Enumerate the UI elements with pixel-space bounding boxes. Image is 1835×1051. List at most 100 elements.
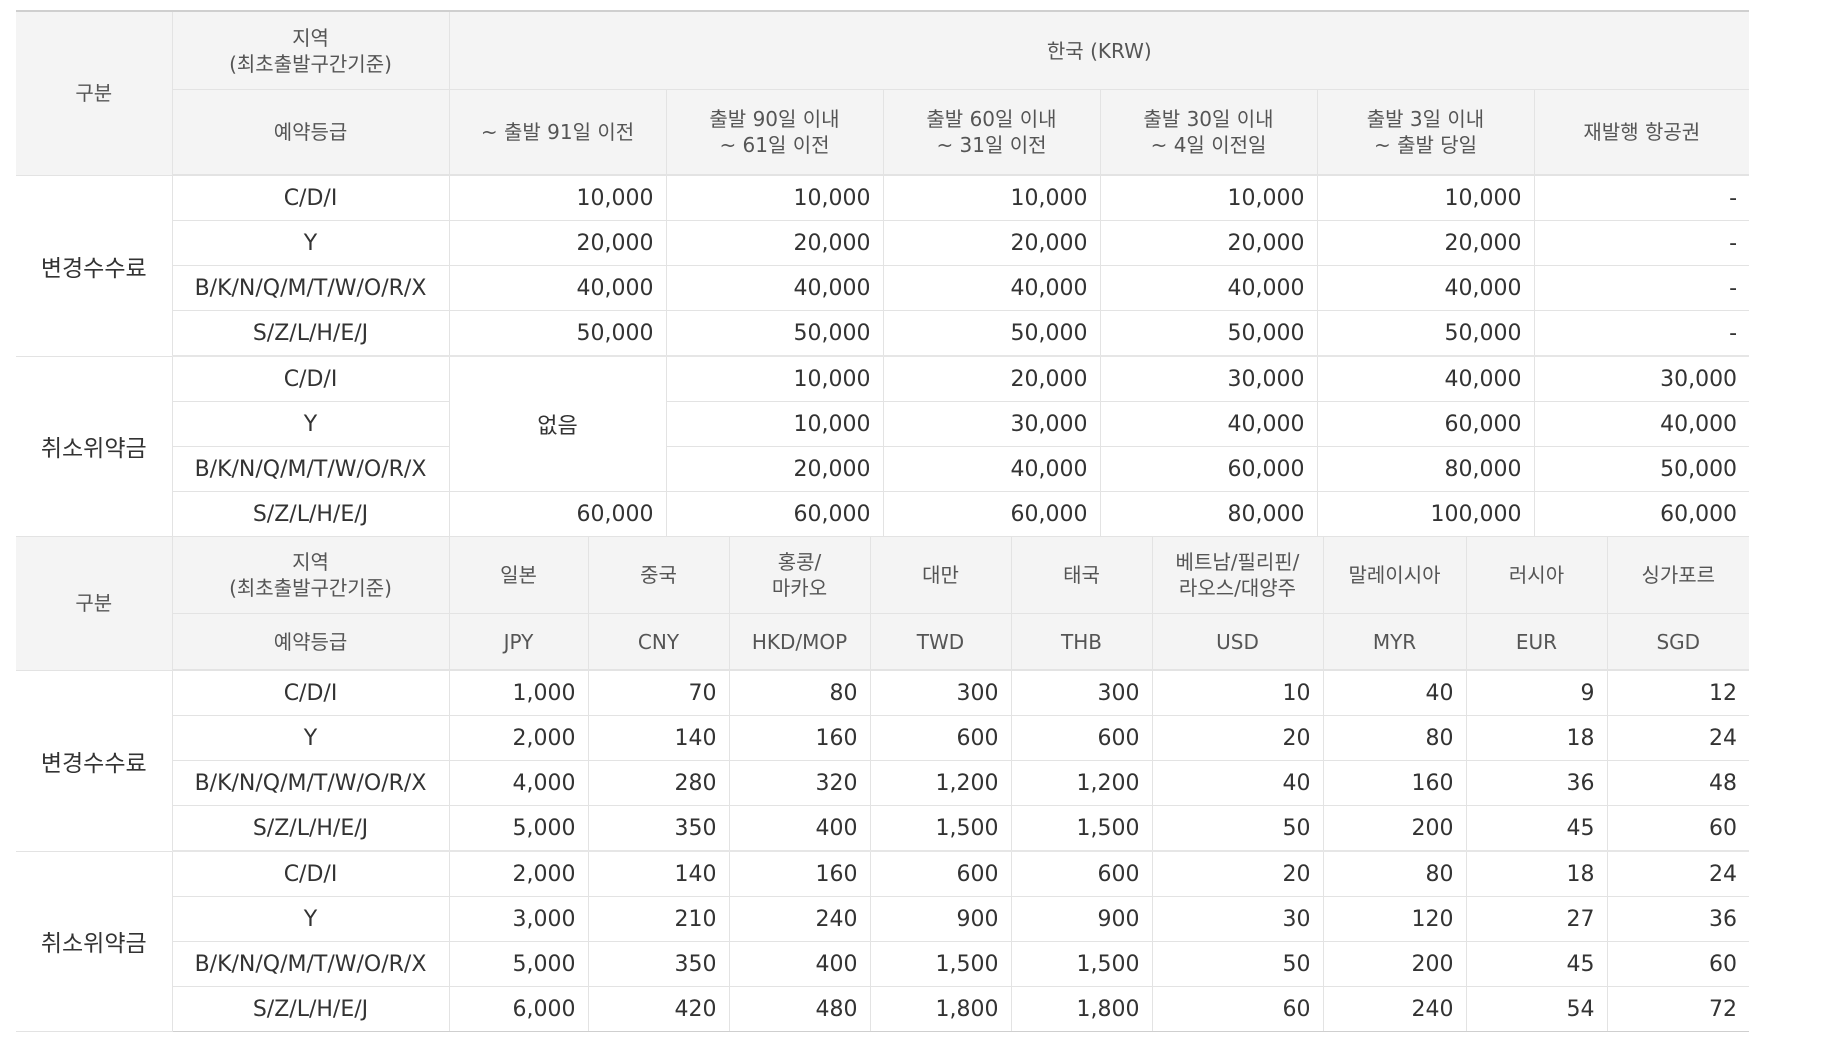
booking-class: C/D/I <box>171 175 449 221</box>
region-name: 말레이시아 <box>1322 537 1466 614</box>
fee-cell: 20 <box>1151 851 1323 897</box>
booking-class: Y <box>171 401 449 447</box>
fee-cell: 40 <box>1151 760 1323 806</box>
period-header: 출발 60일 이내 ~ 31일 이전 <box>882 89 1100 176</box>
currency-code: EUR <box>1465 613 1607 671</box>
fee-cell: 10,000 <box>882 175 1100 221</box>
category-header: 구분 <box>16 11 172 176</box>
fee-cell: 3,000 <box>448 896 588 942</box>
fee-cell: 5,000 <box>448 941 588 987</box>
fee-cell: 20,000 <box>1316 220 1534 266</box>
fee-cell: 72 <box>1606 986 1749 1032</box>
period-header: 출발 30일 이내 ~ 4일 이전일 <box>1099 89 1317 176</box>
fee-cell: 2,000 <box>448 851 588 897</box>
table-row: S/Z/L/H/E/J 5,000 350 400 1,500 1,500 50… <box>16 805 1749 852</box>
fee-cell: 60,000 <box>665 491 883 537</box>
fee-cell: 30 <box>1151 896 1323 942</box>
fee-cell: 40,000 <box>665 265 883 311</box>
krw-fee-table: 구분 지역 (최초출발구간기준) 한국 (KRW) 예약등급 ~ 출발 91일 … <box>16 10 1750 537</box>
fee-cell: 18 <box>1465 715 1607 761</box>
fee-cell: 40,000 <box>882 265 1100 311</box>
fee-cell: 1,500 <box>869 805 1011 852</box>
booking-class: B/K/N/Q/M/T/W/O/R/X <box>171 265 449 311</box>
booking-class: Y <box>171 896 449 942</box>
currency-code: THB <box>1010 613 1152 671</box>
fee-cell: 2,000 <box>448 715 588 761</box>
table-row: B/K/N/Q/M/T/W/O/R/X 40,000 40,000 40,000… <box>16 265 1750 311</box>
currency-code: SGD <box>1606 613 1749 671</box>
fee-cell: 420 <box>587 986 729 1032</box>
fee-cell: 9 <box>1465 670 1607 716</box>
booking-class: S/Z/L/H/E/J <box>171 310 449 357</box>
fee-cell: 27 <box>1465 896 1607 942</box>
fee-cell: 480 <box>728 986 870 1032</box>
fee-cell: 20,000 <box>448 220 666 266</box>
fee-cell: 1,800 <box>1010 986 1152 1032</box>
region-name: 홍콩/ 마카오 <box>728 537 870 614</box>
fee-cell: 600 <box>1010 851 1152 897</box>
fee-cell: 6,000 <box>448 986 588 1032</box>
fee-cell: 80 <box>728 670 870 716</box>
region-header: 지역 (최초출발구간기준) <box>171 537 449 614</box>
fee-cell: 10,000 <box>448 175 666 221</box>
fee-cell: 80 <box>1322 851 1466 897</box>
table-row: 취소위약금 C/D/I 2,000 140 160 600 600 20 80 … <box>16 851 1749 1032</box>
table-row: 변경수수료 C/D/I 1,000 70 80 300 300 10 40 9 … <box>16 670 1749 852</box>
fee-cell: 40,000 <box>1099 265 1317 311</box>
table-row: B/K/N/Q/M/T/W/O/R/X 4,000 280 320 1,200 … <box>16 760 1749 806</box>
table-row: S/Z/L/H/E/J 60,000 60,000 60,000 80,000 … <box>16 491 1750 537</box>
booking-class: S/Z/L/H/E/J <box>171 805 449 852</box>
fee-cell: 36 <box>1465 760 1607 806</box>
fee-cell: 4,000 <box>448 760 588 806</box>
change-fee-label: 변경수수료 <box>16 670 172 852</box>
fee-cell: - <box>1533 220 1750 266</box>
fee-cell: 60 <box>1606 941 1749 987</box>
grade-header: 예약등급 <box>171 613 449 671</box>
fee-cell: 30,000 <box>882 401 1100 447</box>
fee-cell: 240 <box>1322 986 1466 1032</box>
fee-cell: 50,000 <box>448 310 666 357</box>
fee-cell: 30,000 <box>1533 356 1750 402</box>
booking-class: S/Z/L/H/E/J <box>171 986 449 1032</box>
fee-cell: 18 <box>1465 851 1607 897</box>
foreign-fee-table: 구분 지역 (최초출발구간기준) 일본 중국 홍콩/ 마카오 대만 태국 베트남… <box>16 537 1749 1032</box>
fee-cell: 10,000 <box>1099 175 1317 221</box>
booking-class: C/D/I <box>171 356 449 402</box>
category-header: 구분 <box>16 537 172 671</box>
fee-cell: 100,000 <box>1316 491 1534 537</box>
region-name: 대만 <box>869 537 1011 614</box>
fee-cell: 350 <box>587 941 729 987</box>
fee-cell: - <box>1533 265 1750 311</box>
booking-class: S/Z/L/H/E/J <box>171 491 449 537</box>
fee-cell: 20,000 <box>882 220 1100 266</box>
fee-cell: 20 <box>1151 715 1323 761</box>
fee-cell: 10 <box>1151 670 1323 716</box>
fee-cell: 1,000 <box>448 670 588 716</box>
fee-cell: 60 <box>1151 986 1323 1032</box>
fee-cell: 50,000 <box>1316 310 1534 357</box>
fee-cell: 10,000 <box>1316 175 1534 221</box>
fee-cell: 70 <box>587 670 729 716</box>
period-header: 출발 3일 이내 ~ 출발 당일 <box>1316 89 1534 176</box>
region-name: 일본 <box>448 537 588 614</box>
fee-cell: 30,000 <box>1099 356 1317 402</box>
fee-cell: 5,000 <box>448 805 588 852</box>
region-name: 태국 <box>1010 537 1152 614</box>
fee-cell: 48 <box>1606 760 1749 806</box>
booking-class: B/K/N/Q/M/T/W/O/R/X <box>171 760 449 806</box>
fee-cell: 60,000 <box>448 491 666 537</box>
fee-cell: 210 <box>587 896 729 942</box>
table-row: Y 20,000 20,000 20,000 20,000 20,000 - <box>16 220 1750 266</box>
fee-cell: 10,000 <box>665 401 883 447</box>
table-row: Y 3,000 210 240 900 900 30 120 27 36 <box>16 896 1749 942</box>
fee-cell: 200 <box>1322 805 1466 852</box>
period-header: 재발행 항공권 <box>1533 89 1750 176</box>
fee-cell: 10,000 <box>665 175 883 221</box>
fee-cell: 50,000 <box>1099 310 1317 357</box>
cancel-fee-label: 취소위약금 <box>16 851 172 1032</box>
fee-cell: 24 <box>1606 715 1749 761</box>
region-name: 러시아 <box>1465 537 1607 614</box>
fee-cell: 1,800 <box>869 986 1011 1032</box>
fee-cell: 50,000 <box>882 310 1100 357</box>
fee-cell: 1,500 <box>869 941 1011 987</box>
